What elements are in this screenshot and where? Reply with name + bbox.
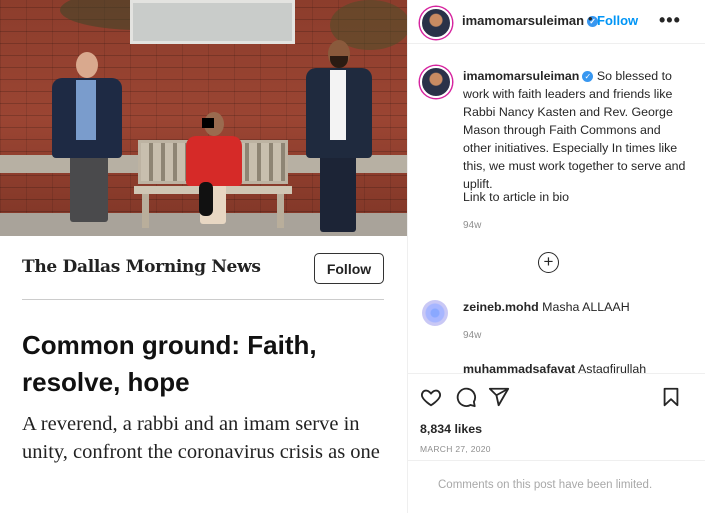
header-username[interactable]: imamomarsuleiman ✓ [462,13,599,28]
caption-link-text: Link to article in bio [463,190,570,204]
like-count[interactable]: 8,834 likes [420,422,482,436]
post-sidebar: imamomarsuleiman ✓ • Follow ••• imamomars… [408,0,705,513]
action-bar: 8,834 likes MARCH 27, 2020 Comments on t… [408,373,705,513]
comment-icon[interactable] [455,386,477,408]
header-separator: • [588,11,593,26]
follow-button[interactable]: Follow [597,13,638,28]
comment-text: Masha ALLAAH [538,300,630,314]
load-more-comments-icon[interactable]: + [538,252,559,273]
comment-username[interactable]: muhammadsafavat [463,362,575,373]
verified-badge-icon: ✓ [582,71,594,83]
person-reverend [40,52,134,227]
caption-timestamp[interactable]: 94w [463,220,481,231]
person-imam [288,40,388,232]
avatar[interactable] [420,7,452,39]
article-divider [22,299,384,300]
share-icon[interactable] [488,386,510,408]
publisher-logo: The Dallas Morning News [22,257,261,277]
comment-timestamp[interactable]: 94w [463,330,481,341]
post-header: imamomarsuleiman ✓ • Follow ••• [408,0,705,44]
article-headline: Common ground: Faith, resolve, hope [22,330,317,397]
heart-icon[interactable] [420,386,442,408]
post-image[interactable]: The Dallas Morning News Follow Common gr… [0,0,407,513]
caption-username[interactable]: imamomarsuleiman [463,69,579,83]
caption-text: So blessed to work with faith leaders an… [463,69,686,191]
post-photo [0,0,407,236]
more-options-icon[interactable]: ••• [659,10,681,31]
comments-limited-text: Comments on this post have been limited. [438,479,653,491]
building-window [130,0,295,44]
bookmark-icon[interactable] [660,386,682,408]
comment-text: Astagfirullah [575,362,647,373]
comments-limited-notice: Comments on this post have been limited. [408,460,705,513]
person-rabbi [186,112,242,230]
post-date[interactable]: MARCH 27, 2020 [420,444,491,454]
article-subhead: A reverend, a rabbi and an imam serve in… [22,413,380,463]
comment-username[interactable]: zeineb.mohd [463,300,539,314]
comment-item: muhammadsafavat Astagfirullah [463,362,646,373]
comment-avatar[interactable] [422,300,448,326]
publisher-follow-button: Follow [314,253,384,284]
comment-item: zeineb.mohd Masha ALLAAH [463,300,630,314]
caption-avatar[interactable] [420,66,452,98]
post-caption: imamomarsuleiman ✓ So blessed to work wit… [463,67,691,193]
